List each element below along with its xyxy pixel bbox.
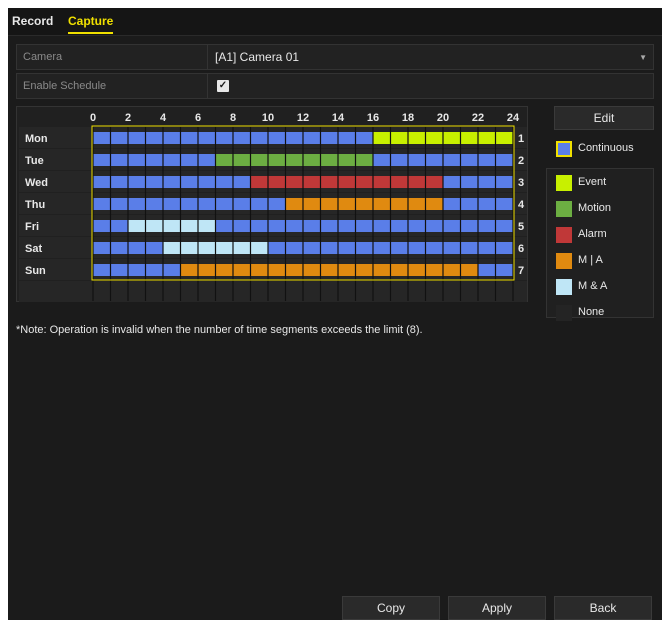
tab-record[interactable]: Record	[12, 14, 53, 34]
schedule-segment-m_or_a[interactable]	[180, 264, 479, 276]
row-divider	[207, 45, 208, 69]
grid-row-background	[19, 281, 527, 302]
chevron-down-icon[interactable]: ▼	[639, 53, 647, 62]
hour-label: 10	[262, 112, 274, 124]
edit-button[interactable]: Edit	[554, 106, 654, 130]
day-label: Fri	[25, 221, 39, 233]
schedule-segment-continuous[interactable]	[93, 264, 181, 276]
hour-label: 22	[472, 112, 484, 124]
day-label: Mon	[25, 133, 48, 145]
legend-swatch-none	[556, 305, 572, 321]
hour-label: 4	[160, 112, 167, 124]
legend-label-m_or_a: M | A	[578, 254, 603, 266]
hour-label: 0	[90, 112, 96, 124]
legend-swatch-continuous	[556, 141, 572, 157]
tab-capture[interactable]: Capture	[68, 14, 114, 34]
day-label: Sun	[25, 265, 46, 277]
tab-bar: Record Capture	[8, 8, 662, 36]
schedule-segment-m_or_a[interactable]	[285, 198, 444, 210]
day-label: Tue	[25, 155, 44, 167]
day-number: 2	[518, 155, 524, 167]
hour-label: 20	[437, 112, 449, 124]
day-number: 1	[518, 133, 524, 145]
schedule-segment-continuous[interactable]	[93, 198, 286, 210]
row-divider	[207, 74, 208, 98]
copy-button[interactable]: Copy	[342, 596, 440, 620]
schedule-segment-alarm[interactable]	[250, 176, 444, 188]
legend-label-continuous: Continuous	[578, 142, 634, 154]
back-button[interactable]: Back	[554, 596, 652, 620]
day-label: Thu	[25, 199, 45, 211]
schedule-grid[interactable]: 0 2 4 6 8 10 12 14 16 18 20 22 24Mon 1Tue 2Wed 3Thu 4Fri…	[17, 107, 529, 303]
note-text: *Note: Operation is invalid when the num…	[16, 324, 423, 336]
hour-label: 2	[125, 112, 131, 124]
enable-schedule-row: Enable Schedule ✓	[16, 73, 654, 99]
schedule-segment-continuous[interactable]	[215, 220, 514, 232]
legend-swatch-m_or_a	[556, 253, 572, 269]
day-number: 3	[518, 177, 524, 189]
hour-label: 6	[195, 112, 201, 124]
day-number: 4	[518, 199, 525, 211]
hour-label: 14	[332, 112, 345, 124]
day-number: 6	[518, 243, 524, 255]
camera-label: Camera	[23, 51, 63, 63]
legend-swatch-event	[556, 175, 572, 191]
apply-button[interactable]: Apply	[448, 596, 546, 620]
schedule-segment-m_and_a[interactable]	[128, 220, 216, 232]
day-number: 7	[518, 265, 524, 277]
enable-schedule-checkbox[interactable]: ✓	[217, 80, 229, 92]
legend-swatch-m_and_a	[556, 279, 572, 295]
hour-label: 24	[507, 112, 520, 124]
legend-label-motion: Motion	[578, 202, 612, 214]
hour-label: 8	[230, 112, 236, 124]
legend-label-event: Event	[578, 176, 607, 188]
schedule-segment-motion[interactable]	[215, 154, 374, 166]
legend-label-none: None	[578, 306, 605, 318]
hour-label: 16	[367, 112, 379, 124]
capture-schedule-window: Record Capture Camera [A1] Camera 01 ▼ E…	[8, 8, 662, 620]
camera-select[interactable]: [A1] Camera 01	[215, 50, 299, 64]
schedule-grid-panel[interactable]: 0 2 4 6 8 10 12 14 16 18 20 22 24 Mon 1 Tue 2 Wed 3 Thu 4 Fri…	[16, 106, 528, 302]
legend-swatch-motion	[556, 201, 572, 217]
hour-label: 18	[402, 112, 414, 124]
schedule-segment-continuous[interactable]	[93, 176, 251, 188]
camera-row[interactable]: Camera [A1] Camera 01 ▼	[16, 44, 654, 70]
hour-label: 12	[297, 112, 309, 124]
legend-label-m_and_a: M & A	[578, 280, 608, 292]
legend-label-alarm: Alarm	[578, 228, 607, 240]
day-number: 5	[518, 221, 524, 233]
schedule-segment-continuous[interactable]	[93, 154, 216, 166]
day-label: Wed	[25, 177, 48, 189]
legend-swatch-alarm	[556, 227, 572, 243]
enable-schedule-label: Enable Schedule	[23, 80, 107, 92]
day-label: Sat	[25, 243, 42, 255]
